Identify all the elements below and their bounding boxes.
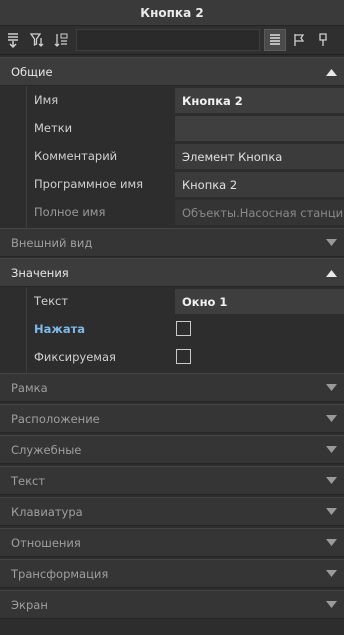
property-row-pressed: Нажата <box>0 315 344 343</box>
section-service[interactable]: Служебные <box>0 435 344 464</box>
property-label: Имя <box>34 93 59 107</box>
section-label: Клавиатура <box>11 504 83 519</box>
section-layout[interactable]: Расположение <box>0 404 344 433</box>
property-row-tags: Метки <box>0 114 344 142</box>
section-text[interactable]: Текст <box>0 466 344 495</box>
chevron-up-icon <box>326 270 337 277</box>
chevron-down-icon <box>326 508 337 515</box>
property-label: Нажата <box>34 322 86 336</box>
chevron-up-icon <box>326 69 337 76</box>
property-row-program-name: Программное имя Кнопка 2 <box>0 170 344 198</box>
property-row-text: Текст Окно 1 <box>0 287 344 315</box>
property-label: Программное имя <box>34 177 144 191</box>
property-label: Текст <box>34 294 69 308</box>
section-label: Общие <box>11 64 53 79</box>
program-name-field[interactable]: Кнопка 2 <box>175 172 344 197</box>
property-row-fixed: Фиксируемая <box>0 343 344 371</box>
section-label: Текст <box>11 473 46 488</box>
comment-field[interactable]: Элемент Кнопка <box>175 144 344 169</box>
sort-down-icon[interactable] <box>2 29 24 51</box>
section-relations[interactable]: Отношения <box>0 528 344 557</box>
text-field[interactable]: Окно 1 <box>175 289 344 314</box>
chevron-down-icon <box>326 384 337 391</box>
full-name-field: Объекты.Насосная станция.К <box>175 200 344 225</box>
chevron-down-icon <box>326 539 337 546</box>
section-frame[interactable]: Рамка <box>0 373 344 402</box>
property-label: Метки <box>34 121 73 135</box>
sort-az-icon[interactable] <box>50 29 72 51</box>
section-label: Рамка <box>11 380 48 395</box>
section-label: Внешний вид <box>11 235 93 250</box>
property-row-name: Имя Кнопка 2 <box>0 86 344 114</box>
section-values[interactable]: Значения <box>0 258 344 287</box>
section-label: Отношения <box>11 535 81 550</box>
tags-field[interactable] <box>175 116 344 141</box>
property-label: Полное имя <box>34 205 106 219</box>
section-label: Трансформация <box>11 566 109 581</box>
chevron-down-icon <box>326 239 337 246</box>
chevron-down-icon <box>326 415 337 422</box>
fixed-checkbox[interactable] <box>176 349 191 364</box>
section-label: Служебные <box>11 442 82 457</box>
toolbar <box>0 26 344 55</box>
chevron-down-icon <box>326 601 337 608</box>
chevron-down-icon <box>326 446 337 453</box>
property-row-comment: Комментарий Элемент Кнопка <box>0 142 344 170</box>
section-appearance[interactable]: Внешний вид <box>0 228 344 257</box>
pin-icon[interactable] <box>312 29 334 51</box>
name-field[interactable]: Кнопка 2 <box>175 88 344 113</box>
chevron-down-icon <box>326 477 337 484</box>
filter-icon[interactable] <box>26 29 48 51</box>
section-screen[interactable]: Экран <box>0 590 344 619</box>
property-label: Фиксируемая <box>34 350 116 364</box>
section-keyboard[interactable]: Клавиатура <box>0 497 344 526</box>
search-input[interactable] <box>76 29 260 51</box>
property-label: Комментарий <box>34 149 118 163</box>
chevron-down-icon <box>326 570 337 577</box>
section-label: Экран <box>11 597 48 612</box>
section-label: Расположение <box>11 411 100 426</box>
section-transform[interactable]: Трансформация <box>0 559 344 588</box>
window-title: Кнопка 2 <box>0 0 344 26</box>
property-row-full-name: Полное имя Объекты.Насосная станция.К <box>0 198 344 226</box>
flag-icon[interactable] <box>288 29 310 51</box>
section-label: Значения <box>11 265 69 280</box>
section-general[interactable]: Общие <box>0 57 344 86</box>
list-view-icon[interactable] <box>264 29 286 51</box>
pressed-checkbox[interactable] <box>176 321 191 336</box>
